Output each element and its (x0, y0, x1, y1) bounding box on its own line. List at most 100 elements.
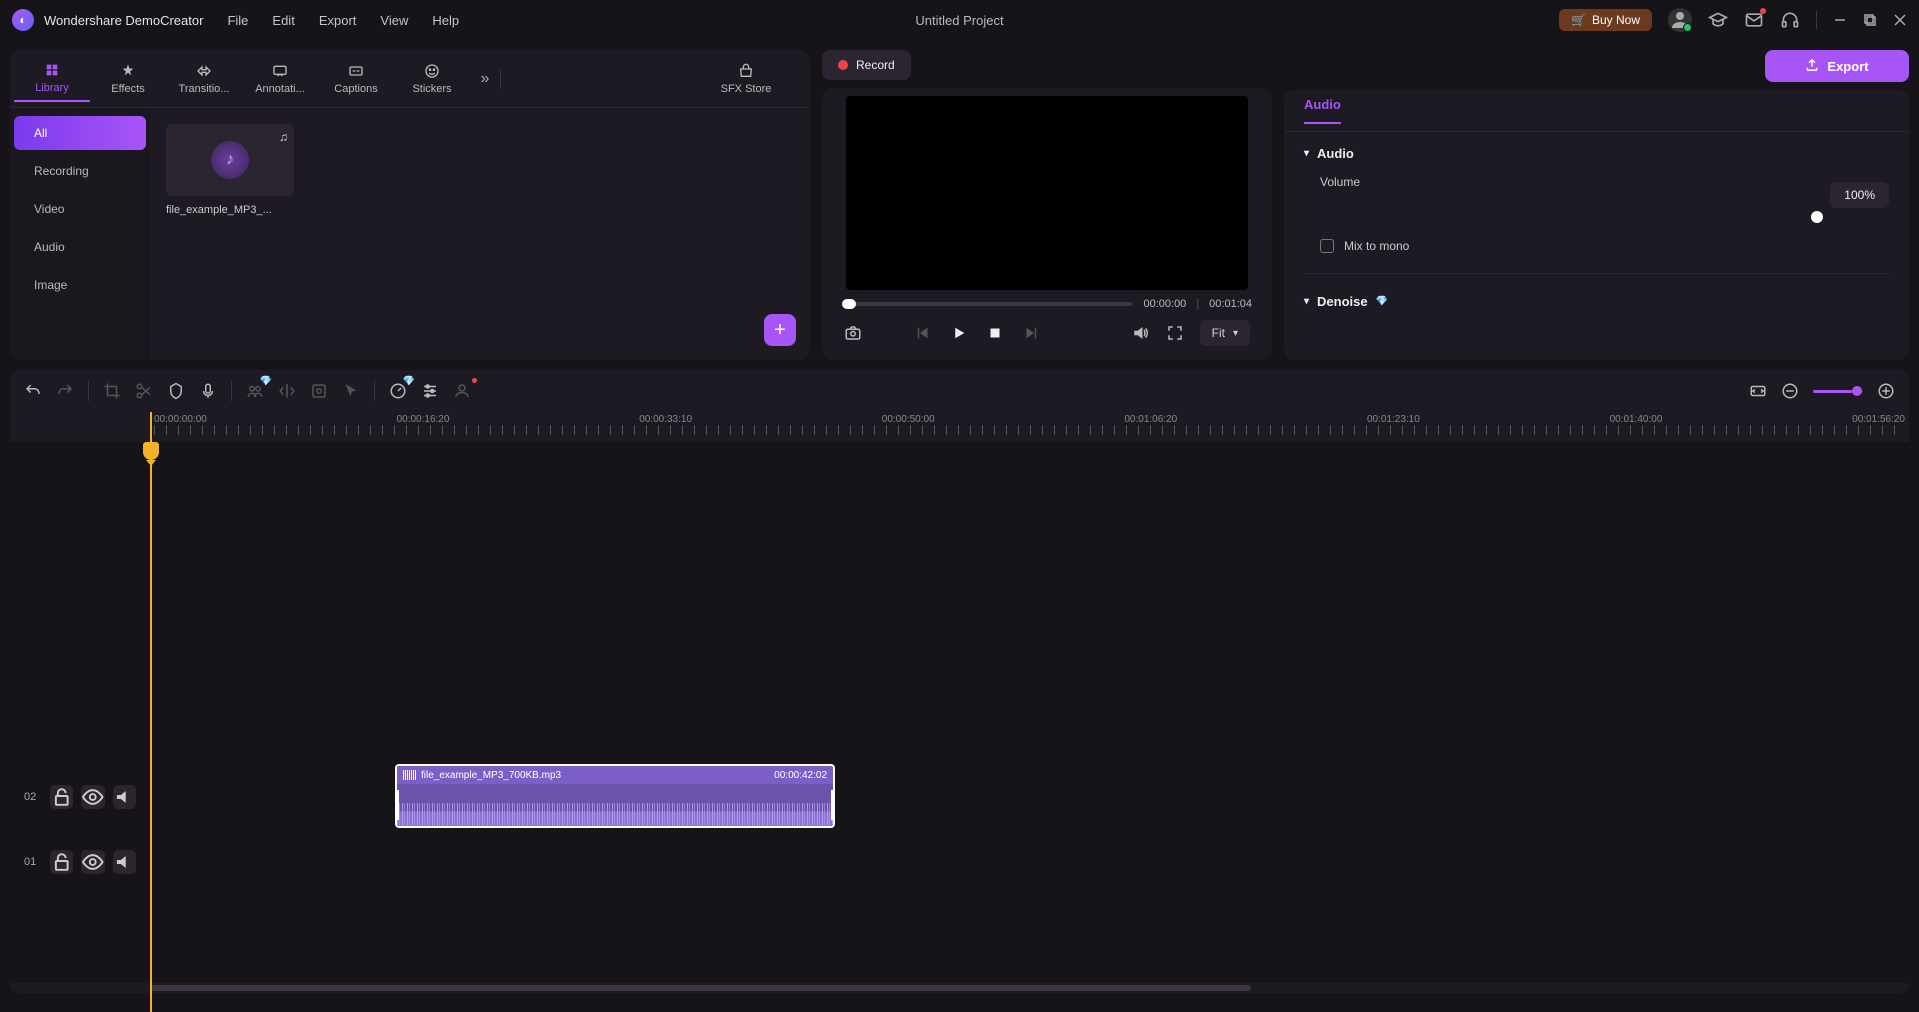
mix-mono-row[interactable]: Mix to mono (1304, 239, 1889, 253)
category-all[interactable]: All (14, 116, 146, 150)
academy-icon[interactable] (1708, 10, 1728, 30)
clip-name: file_example_MP3_700KB.mp3 (421, 770, 561, 781)
prev-frame-button[interactable] (914, 324, 932, 342)
track-body-02[interactable]: file_example_MP3_700KB.mp3 00:00:42:02 (150, 762, 1909, 832)
menu-export[interactable]: Export (319, 13, 357, 28)
menu-help[interactable]: Help (432, 13, 459, 28)
track-number: 01 (24, 856, 42, 868)
split-button[interactable] (135, 382, 153, 400)
seek-slider[interactable] (842, 302, 1133, 306)
audio-clip[interactable]: file_example_MP3_700KB.mp3 00:00:42:02 (395, 764, 835, 828)
track-mute-button[interactable] (113, 785, 136, 809)
tab-audio-props[interactable]: Audio (1304, 97, 1341, 124)
seek-thumb[interactable] (842, 299, 856, 309)
track-visibility-button[interactable] (81, 850, 104, 874)
section-denoise-header[interactable]: ▾ Denoise 💎 (1304, 294, 1889, 309)
zoom-out-button[interactable] (1781, 382, 1799, 400)
maximize-button[interactable] (1863, 13, 1877, 27)
mix-mono-checkbox[interactable] (1320, 239, 1334, 253)
tab-library[interactable]: Library (14, 56, 90, 102)
media-item[interactable]: ♪ ♫ (166, 124, 294, 196)
add-media-button[interactable]: + (764, 314, 796, 346)
mirror-button[interactable] (278, 382, 296, 400)
track-visibility-button[interactable] (81, 785, 104, 809)
category-recording[interactable]: Recording (14, 154, 146, 188)
fullscreen-button[interactable] (1166, 324, 1184, 342)
separator (500, 69, 501, 89)
tabs-more-button[interactable]: » (470, 70, 500, 88)
tab-captions[interactable]: Captions (318, 57, 394, 101)
tab-stickers[interactable]: Stickers (394, 57, 470, 101)
timeline-tracks: 02 file_example_MP3_700KB.mp3 00:00:42:0… (10, 442, 1909, 983)
tab-transitions[interactable]: Transitio... (166, 57, 242, 101)
group-button[interactable]: 💎 (246, 382, 264, 400)
timeline-ruler[interactable]: 00:00:00:00 00:00:16:20 00:00:33:10 00:0… (10, 412, 1909, 442)
buy-now-button[interactable]: 🛒 Buy Now (1559, 9, 1652, 31)
volume-value[interactable]: 100% (1830, 182, 1889, 208)
zoom-in-button[interactable] (1877, 382, 1895, 400)
clip-trim-left[interactable] (395, 790, 399, 820)
play-button[interactable] (950, 324, 968, 342)
video-preview[interactable] (846, 96, 1248, 290)
menu-edit[interactable]: Edit (272, 13, 294, 28)
person-button[interactable] (453, 382, 471, 400)
playhead[interactable] (150, 412, 152, 1012)
adjust-button[interactable] (421, 382, 439, 400)
track-lock-button[interactable] (50, 850, 73, 874)
scrollbar-thumb[interactable] (150, 985, 1251, 991)
zoom-slider[interactable] (1813, 390, 1863, 393)
headset-icon[interactable] (1780, 10, 1800, 30)
menu-file[interactable]: File (227, 13, 248, 28)
tab-sfx-store[interactable]: SFX Store (686, 63, 806, 95)
cursor-button[interactable] (342, 382, 360, 400)
clip-trim-right[interactable] (831, 790, 835, 820)
category-video[interactable]: Video (14, 192, 146, 226)
crop-button[interactable] (103, 382, 121, 400)
section-audio-header[interactable]: ▾ Audio (1304, 146, 1889, 161)
menu-view[interactable]: View (380, 13, 408, 28)
timeline: 💎 💎 00:00:00:00 00:00:16:20 00:00:33:10 … (10, 370, 1909, 993)
time-separator: | (1196, 298, 1199, 310)
category-audio[interactable]: Audio (14, 230, 146, 264)
category-image[interactable]: Image (14, 268, 146, 302)
timeline-scrollbar[interactable] (10, 983, 1909, 993)
volume-thumb[interactable] (1811, 211, 1823, 223)
audio-badge-icon: ♫ (279, 130, 288, 144)
divider (1304, 273, 1889, 274)
export-button[interactable]: Export (1765, 50, 1909, 82)
volume-row: Volume 100% (1304, 175, 1889, 215)
track-body-01[interactable] (150, 842, 1909, 882)
properties-panel: Audio ▾ Audio Volume 100% Mix to mono (1284, 90, 1909, 360)
speed-button[interactable]: 💎 (389, 382, 407, 400)
snapshot-button[interactable] (844, 324, 862, 342)
user-avatar-button[interactable] (1668, 8, 1692, 32)
fit-label: Fit (1212, 326, 1225, 340)
tab-annotations[interactable]: Annotati... (242, 57, 318, 101)
track-head-02: 02 (10, 762, 150, 832)
fit-dropdown[interactable]: Fit ▾ (1200, 320, 1250, 346)
freeze-button[interactable] (310, 382, 328, 400)
record-button[interactable]: Record (822, 50, 911, 80)
total-time: 00:01:04 (1209, 298, 1252, 310)
redo-button[interactable] (56, 382, 74, 400)
export-icon (1805, 58, 1819, 75)
track-lock-button[interactable] (50, 785, 73, 809)
marker-button[interactable] (167, 382, 185, 400)
next-frame-button[interactable] (1022, 324, 1040, 342)
library-content: ♪ ♫ file_example_MP3_... + (150, 108, 810, 360)
stop-button[interactable] (986, 324, 1004, 342)
undo-button[interactable] (24, 382, 42, 400)
playhead-handle[interactable] (143, 442, 159, 460)
preview-box: 00:00:00 | 00:01:04 Fit ▾ (822, 88, 1272, 360)
tab-effects[interactable]: Effects (90, 57, 166, 101)
fit-timeline-button[interactable] (1749, 382, 1767, 400)
close-button[interactable] (1893, 13, 1907, 27)
record-label: Record (856, 58, 895, 72)
voiceover-button[interactable] (199, 382, 217, 400)
volume-button[interactable] (1132, 324, 1150, 342)
minimize-button[interactable] (1833, 13, 1847, 27)
message-icon[interactable] (1744, 10, 1764, 30)
zoom-thumb[interactable] (1852, 386, 1862, 396)
media-item-name: file_example_MP3_... (166, 204, 294, 216)
track-mute-button[interactable] (113, 850, 136, 874)
